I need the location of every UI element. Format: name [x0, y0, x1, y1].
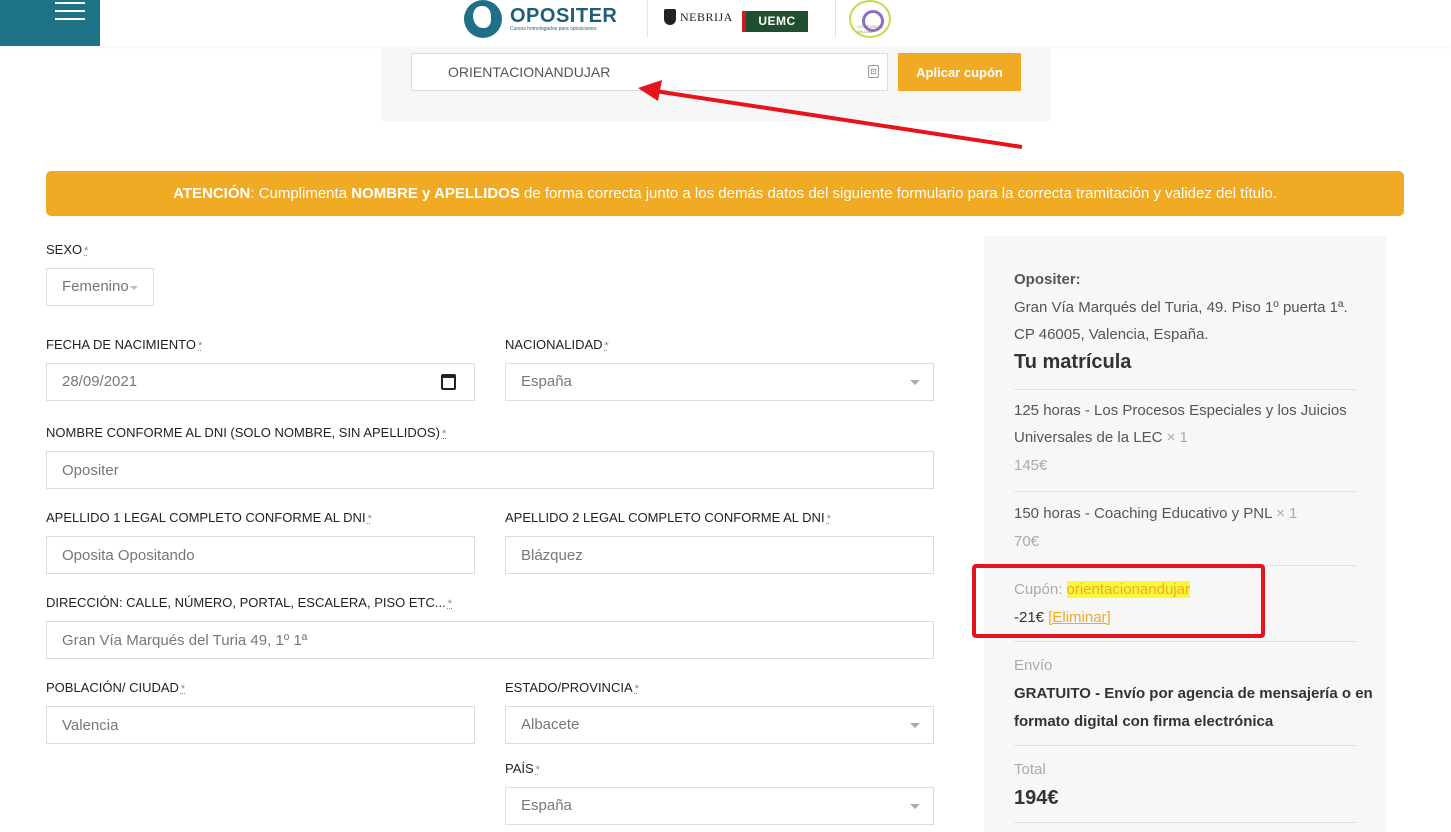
sexo-select[interactable]: Femenino: [46, 268, 154, 306]
sexo-value: Femenino: [62, 278, 129, 295]
field-label-nacionalidad: NACIONALIDAD *: [505, 337, 609, 352]
notice-text: de forma correcta junto a los demás dato…: [519, 185, 1277, 202]
remove-coupon-link[interactable]: [Eliminar]: [1048, 609, 1111, 626]
country-select[interactable]: España: [505, 787, 934, 825]
field-label-provincia: ESTADO/PROVINCIA *: [505, 680, 639, 695]
order-item-name: Universales de la LEC × 1: [1014, 429, 1188, 446]
field-label-sexo: SEXO *: [46, 242, 89, 257]
company-address-line: Gran Vía Marqués del Turia, 49. Piso 1º …: [1014, 299, 1348, 316]
order-item-qty: × 1: [1166, 429, 1188, 446]
nationality-value: España: [521, 373, 572, 390]
header-divider: [647, 0, 648, 38]
site-header: OPOSITER Cursos homologados para oposici…: [0, 0, 1451, 46]
coupon-input[interactable]: [411, 53, 888, 91]
coupon-row-label: Cupón: orientacionandujar: [1014, 581, 1190, 598]
opositer-logo[interactable]: OPOSITER Cursos homologados para oposici…: [464, 0, 617, 38]
field-label-fecha: FECHA DE NACIMIENTO *: [46, 337, 203, 352]
nebrija-logo: NEBRIJA: [664, 9, 733, 25]
applied-coupon-code: orientacionandujar: [1066, 581, 1190, 598]
order-item-price: 145€: [1014, 457, 1048, 474]
first-name-input[interactable]: [46, 451, 934, 489]
logo-subtitle: Cursos homologados para oposiciones: [510, 25, 597, 32]
field-label-pais: PAÍS *: [505, 761, 540, 776]
summary-divider: [1014, 745, 1356, 746]
notice-text: : Cumplimenta: [250, 185, 352, 202]
summary-divider: [1014, 565, 1356, 566]
order-item-name: 125 horas - Los Procesos Especiales y lo…: [1014, 402, 1347, 419]
notice-emphasis: NOMBRE y APELLIDOS: [351, 185, 520, 202]
shipping-method: GRATUITO - Envío por agencia de mensajer…: [1014, 685, 1373, 702]
summary-heading: Tu matrícula: [1014, 351, 1132, 373]
header-divider: [835, 0, 836, 38]
order-item-price: 70€: [1014, 533, 1040, 550]
shipping-label: Envío: [1014, 657, 1053, 674]
hamburger-menu-button[interactable]: [0, 0, 100, 46]
autofill-icon[interactable]: ⊡: [868, 65, 879, 78]
menu-line: [55, 2, 85, 4]
order-item-qty: × 1: [1276, 505, 1298, 522]
field-label-poblacion: POBLACIÓN/ CIUDAD *: [46, 680, 186, 695]
company-address-line: CP 46005, Valencia, España.: [1014, 326, 1209, 343]
summary-divider: [1014, 389, 1356, 390]
nebrija-crest-icon: [664, 9, 676, 25]
field-label-nombre: NOMBRE CONFORME AL DNI (SOLO NOMBRE, SIN…: [46, 425, 447, 440]
order-summary: Opositer: Gran Vía Marqués del Turia, 49…: [984, 236, 1386, 832]
country-value: España: [521, 797, 572, 814]
province-value: Albacete: [521, 716, 580, 733]
coupon-panel: ⊡ Aplicar cupón: [381, 46, 1051, 121]
field-label-apellido2: APELLIDO 2 LEGAL COMPLETO CONFORME AL DN…: [505, 510, 831, 525]
shipping-method: formato digital con firma electrónica: [1014, 713, 1274, 730]
coupon-discount: -21€ [Eliminar]: [1014, 609, 1111, 626]
last-name-2-input[interactable]: [505, 536, 934, 574]
menu-line: [55, 10, 85, 12]
order-item-name: 150 horas - Coaching Educativo y PNL × 1: [1014, 505, 1298, 522]
uemc-logo: UEMC: [742, 11, 808, 32]
opositer-logo-icon: [464, 0, 502, 38]
province-select[interactable]: Albacete: [505, 706, 934, 744]
chevron-down-icon: [910, 804, 920, 809]
logo-title: OPOSITER: [510, 4, 618, 27]
menu-line: [55, 18, 85, 20]
address-input[interactable]: [46, 621, 934, 659]
confianza-label: CONFIANZA ONLINE: [857, 24, 883, 34]
company-name: Opositer:: [1014, 271, 1081, 288]
apply-coupon-button[interactable]: Aplicar cupón: [898, 53, 1021, 91]
birthdate-value: 28/09/2021: [62, 373, 138, 390]
total-value: 194€: [1014, 787, 1059, 809]
notice-lead: ATENCIÓN: [173, 185, 251, 202]
confianza-online-seal: CONFIANZA ONLINE: [849, 0, 891, 38]
nebrija-label: NEBRIJA: [680, 9, 733, 24]
nationality-select[interactable]: España: [505, 363, 934, 401]
city-input[interactable]: [46, 706, 475, 744]
chevron-down-icon: [910, 723, 920, 728]
last-name-1-input[interactable]: [46, 536, 475, 574]
chevron-down-icon: [130, 286, 138, 290]
summary-divider: [1014, 822, 1356, 823]
field-label-apellido1: APELLIDO 1 LEGAL COMPLETO CONFORME AL DN…: [46, 510, 372, 525]
birthdate-input[interactable]: 28/09/2021: [46, 363, 475, 401]
calendar-icon[interactable]: [441, 374, 456, 390]
chevron-down-icon: [910, 380, 920, 385]
total-label: Total: [1014, 761, 1046, 778]
summary-divider: [1014, 641, 1356, 642]
summary-divider: [1014, 491, 1356, 492]
field-label-direccion: DIRECCIÓN: CALLE, NÚMERO, PORTAL, ESCALE…: [46, 595, 452, 610]
attention-notice: ATENCIÓN: Cumplimenta NOMBRE y APELLIDOS…: [46, 171, 1404, 216]
